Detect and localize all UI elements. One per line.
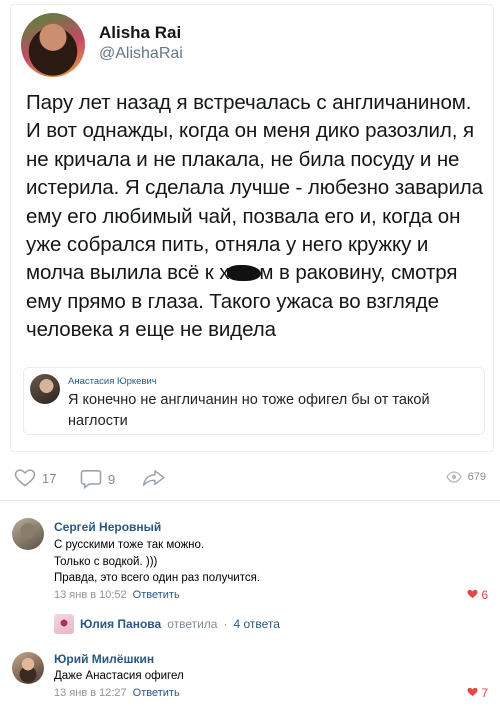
comment-like-count: 6: [481, 588, 488, 602]
reply-button[interactable]: Ответить: [133, 589, 180, 601]
quoted-avatar: [30, 374, 60, 404]
eye-icon: [445, 471, 462, 483]
commenter-name[interactable]: Сергей Неровный: [54, 520, 161, 534]
comment-count: 9: [108, 471, 116, 487]
quoted-comment: Анастасия Юркевич Я конечно не англичани…: [23, 367, 485, 435]
comment-date[interactable]: 13 янв в 12:27: [54, 687, 127, 699]
reply-separator: ·: [223, 617, 228, 631]
reply-author[interactable]: Юлия Панова: [80, 617, 161, 631]
comment-like-button[interactable]: 6: [467, 588, 488, 602]
views-count: 679: [467, 471, 486, 483]
divider: [0, 500, 500, 501]
reply-count[interactable]: 4 ответа: [233, 617, 279, 631]
commenter-avatar[interactable]: [12, 652, 44, 684]
like-button[interactable]: 17: [14, 469, 56, 487]
comment-icon: [80, 469, 102, 489]
comment-meta: 13 янв в 12:27 Ответить: [54, 687, 180, 699]
heart-icon: [467, 686, 478, 700]
comment-text: С русскими тоже так можно. Только с водк…: [54, 539, 261, 584]
reply-thread[interactable]: Юлия Панова ответила · 4 ответа: [54, 614, 280, 634]
author-name[interactable]: Alisha Rai: [99, 23, 181, 43]
views-counter: 679: [445, 471, 486, 483]
censor-scribble: [227, 265, 262, 282]
comment-like-count: 7: [481, 686, 488, 700]
tweet-text-part-1: Пару лет назад я встречалась с англичани…: [26, 91, 483, 285]
quoted-text: Я конечно не англичанин но тоже офигел б…: [68, 392, 430, 429]
tweet-card: Alisha Rai @AlishaRai Пару лет назад я в…: [10, 4, 494, 452]
reply-button[interactable]: Ответить: [133, 687, 180, 699]
comment-button[interactable]: 9: [80, 469, 115, 489]
heart-icon: [467, 588, 478, 602]
quoted-author: Анастасия Юркевич: [68, 376, 157, 387]
author-handle[interactable]: @AlishaRai: [99, 45, 183, 63]
reply-verb: ответила: [167, 617, 218, 631]
comment-date[interactable]: 13 янв в 10:52: [54, 589, 127, 601]
post-actions: 17 9 679: [0, 462, 500, 494]
comment-like-button[interactable]: 7: [467, 686, 488, 700]
comment-meta: 13 янв в 10:52 Ответить: [54, 589, 180, 601]
comment-text: Даже Анастасия офигел: [54, 670, 184, 682]
share-button[interactable]: [142, 469, 166, 487]
commenter-avatar[interactable]: [12, 518, 44, 550]
author-avatar[interactable]: [21, 13, 85, 77]
commenter-name[interactable]: Юрий Милёшкин: [54, 652, 154, 666]
reply-avatar: [54, 614, 74, 634]
share-icon: [142, 469, 166, 487]
heart-icon: [14, 469, 36, 487]
like-count: 17: [42, 470, 57, 486]
tweet-text: Пару лет назад я встречалась с англичани…: [26, 89, 488, 345]
